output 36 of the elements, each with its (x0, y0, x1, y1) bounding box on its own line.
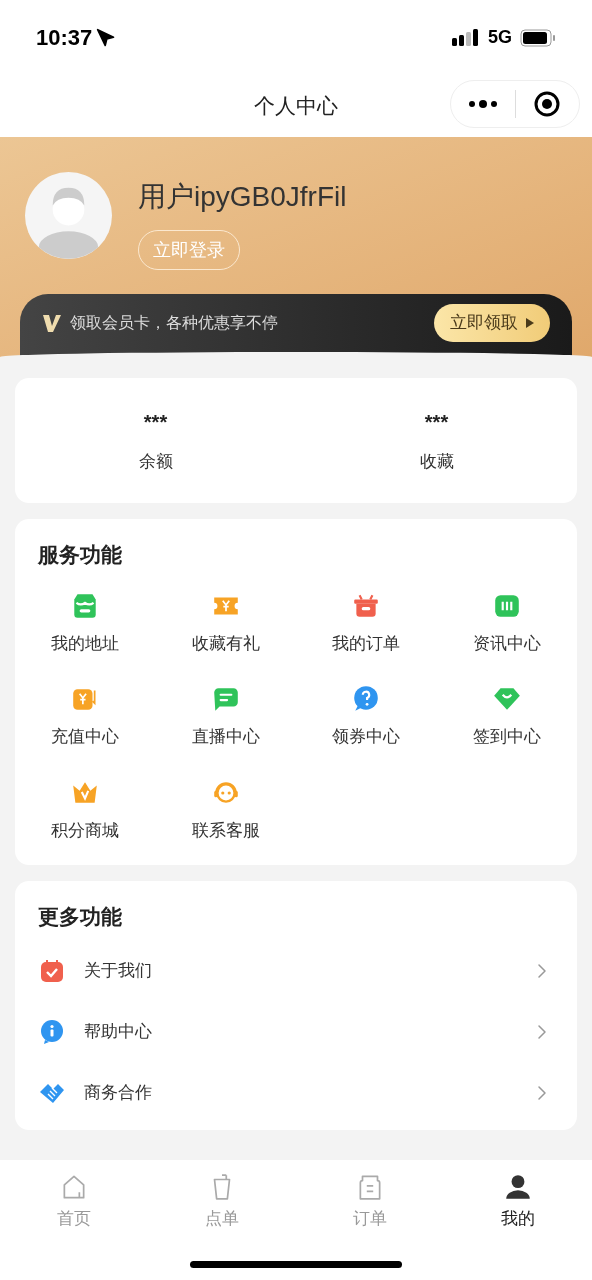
service-item[interactable]: 领券中心 (296, 684, 437, 750)
person-icon (503, 1172, 533, 1202)
service-item[interactable]: 联系客服 (155, 777, 296, 843)
service-item[interactable]: 我的订单 (296, 590, 437, 656)
location-arrow-icon (96, 27, 117, 48)
service-item[interactable]: 资讯中心 (436, 590, 577, 656)
username: 用户ipyGB0JfrFil (138, 180, 347, 214)
menu-row[interactable]: 商务合作 (38, 1062, 554, 1124)
menu-row[interactable]: 帮助中心 (38, 1001, 554, 1063)
info-icon (38, 1018, 66, 1046)
calendar-check-icon (38, 957, 66, 985)
section-title: 服务功能 (38, 542, 123, 568)
member-promo-text: 领取会员卡，各种优惠享不停 (70, 313, 278, 333)
network-label: 5G (488, 26, 512, 49)
signal-icon (452, 28, 480, 47)
menu-row[interactable]: 关于我们 (38, 940, 554, 1002)
stat-value: *** (424, 409, 449, 435)
v-logo-icon (42, 313, 62, 333)
service-item[interactable]: 充值中心 (15, 684, 156, 750)
more-icon (467, 100, 498, 108)
stat-label: 收藏 (419, 450, 454, 473)
service-item[interactable]: 积分商城 (15, 777, 156, 843)
section-title: 更多功能 (38, 904, 123, 930)
claim-button[interactable]: 立即领取 (434, 304, 550, 342)
stat-label: 余额 (138, 450, 173, 473)
target-icon (534, 91, 561, 117)
play-triangle-icon (526, 318, 534, 328)
tab-item[interactable]: 我的 (444, 1172, 592, 1232)
battery-icon (520, 28, 556, 47)
page-title: 个人中心 (254, 93, 338, 120)
status-time: 10:37 (36, 24, 93, 52)
service-item[interactable]: 签到中心 (436, 684, 577, 750)
service-item[interactable]: 我的地址 (15, 590, 156, 656)
service-item[interactable]: 收藏有礼 (155, 590, 296, 656)
service-item[interactable]: 直播中心 (155, 684, 296, 750)
stat-value: *** (143, 409, 168, 435)
